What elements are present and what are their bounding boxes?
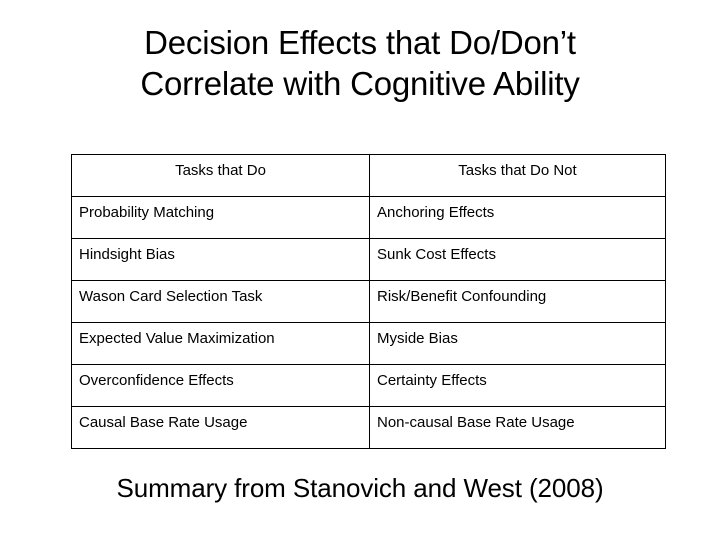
cell-tasks-that-do-not: Certainty Effects bbox=[369, 364, 666, 407]
cell-tasks-that-do: Causal Base Rate Usage bbox=[71, 406, 370, 449]
cell-tasks-that-do: Overconfidence Effects bbox=[71, 364, 370, 407]
cell-tasks-that-do: Expected Value Maximization bbox=[71, 322, 370, 365]
column-header-tasks-that-do: Tasks that Do bbox=[71, 154, 370, 197]
page-title: Decision Effects that Do/Don’t Correlate… bbox=[140, 24, 580, 102]
table-header-row: Tasks that Do Tasks that Do Not bbox=[71, 154, 666, 197]
slide-canvas: { "slide": { "title": "Decision Effects … bbox=[0, 0, 720, 540]
cell-tasks-that-do: Probability Matching bbox=[71, 196, 370, 239]
table-body: Probability Matching Anchoring Effects H… bbox=[71, 196, 666, 449]
table-row: Expected Value Maximization Myside Bias bbox=[71, 322, 666, 365]
cell-tasks-that-do: Wason Card Selection Task bbox=[71, 280, 370, 323]
cell-tasks-that-do-not: Anchoring Effects bbox=[369, 196, 666, 239]
cell-tasks-that-do-not: Sunk Cost Effects bbox=[369, 238, 666, 281]
cell-tasks-that-do-not: Non-causal Base Rate Usage bbox=[369, 406, 666, 449]
table-row: Wason Card Selection Task Risk/Benefit C… bbox=[71, 280, 666, 323]
column-header-tasks-that-do-not: Tasks that Do Not bbox=[369, 154, 666, 197]
table-row: Probability Matching Anchoring Effects bbox=[71, 196, 666, 239]
table-header: Tasks that Do Tasks that Do Not bbox=[71, 154, 666, 197]
table-row: Overconfidence Effects Certainty Effects bbox=[71, 364, 666, 407]
cell-tasks-that-do: Hindsight Bias bbox=[71, 238, 370, 281]
cell-tasks-that-do-not: Myside Bias bbox=[369, 322, 666, 365]
table-row: Hindsight Bias Sunk Cost Effects bbox=[71, 238, 666, 281]
effects-table: Tasks that Do Tasks that Do Not Probabil… bbox=[71, 154, 666, 449]
table-row: Causal Base Rate Usage Non-causal Base R… bbox=[71, 406, 666, 449]
source-caption: Summary from Stanovich and West (2008) bbox=[116, 473, 604, 503]
cell-tasks-that-do-not: Risk/Benefit Confounding bbox=[369, 280, 666, 323]
